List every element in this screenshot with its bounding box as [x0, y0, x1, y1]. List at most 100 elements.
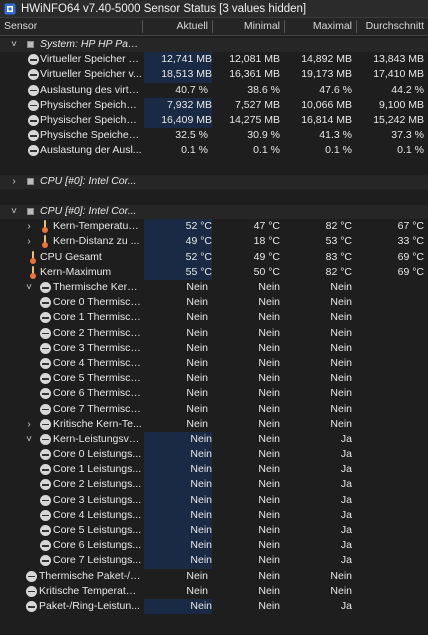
value-aktuell: 18,513 MB	[144, 67, 212, 83]
sensor-row[interactable]: Core 2 Leistungs... Nein Nein Ja	[0, 477, 428, 493]
value-minimal: 30.9 %	[247, 129, 280, 142]
sensor-name: Core 2 Thermisch...	[53, 326, 142, 339]
sensor-row[interactable]: Kern-Maximum 55 °C 50 °C 82 °C 69 °C	[0, 264, 428, 280]
value-minimal: Nein	[258, 402, 280, 415]
minus-circle-icon	[28, 145, 39, 157]
minus-circle-icon	[28, 84, 39, 96]
thermometer-icon	[41, 220, 49, 234]
column-header-aktuell[interactable]: Aktuell	[144, 18, 208, 35]
value-aktuell: Nein	[144, 492, 212, 508]
value-maximal: Nein	[330, 387, 352, 400]
value-maximal: Nein	[330, 356, 352, 369]
collapse-chevron-icon[interactable]: ˅	[9, 37, 19, 52]
minus-circle-icon	[40, 509, 51, 521]
value-durchschnitt	[356, 386, 424, 401]
value-minimal: 0.1 %	[253, 144, 280, 157]
sensor-row[interactable]: › Kritische Kern-Te... Nein Nein Nein	[0, 417, 428, 432]
sensor-list[interactable]: ˅ System: HP HP Pavili... Virtueller Speic…	[0, 37, 428, 615]
sensor-row[interactable]: Core 7 Thermisch... Nein Nein Nein	[0, 402, 428, 417]
sensor-name: Physischer Speicher ...	[40, 113, 142, 126]
expand-chevron-icon[interactable]: ›	[9, 174, 19, 189]
title-bar: HWiNFO64 v7.40-5000 Sensor Status [3 val…	[0, 0, 428, 18]
sensor-group-row[interactable]: ˅ System: HP HP Pavili...	[0, 37, 428, 52]
sensor-row[interactable]: Core 2 Thermisch... Nein Nein Nein	[0, 326, 428, 341]
sensor-row[interactable]: › Kern-Temperaturen 52 °C 47 °C 82 °C 67 °C	[0, 219, 428, 235]
sensor-name: Kern-Temperaturen	[53, 220, 142, 233]
sensor-group-row[interactable]: ˅ CPU [#0]: Intel Cor...	[0, 204, 428, 220]
minus-circle-icon	[40, 403, 51, 415]
value-aktuell: Nein	[186, 569, 208, 582]
minus-circle-icon	[28, 99, 39, 111]
value-durchschnitt: 67 °C	[397, 220, 424, 233]
expand-chevron-icon[interactable]: ›	[24, 417, 34, 432]
value-maximal: Nein	[330, 341, 352, 354]
sensor-row[interactable]: Kritische Temperatur... Nein Nein Nein	[0, 584, 428, 599]
sensor-name: Core 6 Thermisch...	[53, 387, 142, 400]
sensor-row[interactable]: Core 0 Leistungs... Nein Nein Ja	[0, 447, 428, 463]
minus-circle-icon	[40, 494, 51, 506]
sensor-row[interactable]: Virtueller Speicher v... 18,513 MB 16,361 …	[0, 67, 428, 83]
value-durchschnitt	[356, 310, 424, 325]
sensor-row[interactable]: Auslastung des virtu... 40.7 % 38.6 % 47.6 …	[0, 83, 428, 98]
value-minimal: Nein	[258, 311, 280, 324]
value-aktuell: 40.7 %	[175, 83, 208, 96]
value-durchschnitt	[356, 538, 424, 553]
thermometer-bulb	[42, 227, 48, 234]
chip-icon	[25, 176, 36, 187]
column-divider[interactable]	[142, 20, 143, 33]
sensor-name: Thermische Kern-...	[53, 281, 142, 293]
sensor-row[interactable]: CPU Gesamt 52 °C 49 °C 83 °C 69 °C	[0, 249, 428, 265]
column-header-sensor[interactable]: Sensor	[4, 18, 37, 35]
column-header-maximal[interactable]: Maximal	[284, 18, 352, 35]
thermometer-bulb	[42, 242, 48, 249]
sensor-row[interactable]: Physischer Speicher ... 16,409 MB 14,275 M…	[0, 112, 428, 129]
value-aktuell: Nein	[144, 553, 212, 569]
sensor-row[interactable]: Core 3 Thermisch... Nein Nein Nein	[0, 341, 428, 356]
sensor-row[interactable]: Core 0 Thermisch... Nein Nein Nein	[0, 295, 428, 310]
sensor-row[interactable]: Physischer Speicher ... 7,932 MB 7,527 MB 1…	[0, 97, 428, 113]
sensor-name: Core 7 Thermisch...	[53, 402, 142, 415]
sensor-name: Paket-/Ring-Leistun...	[39, 599, 140, 612]
value-maximal: 41.3 %	[319, 129, 352, 142]
sensor-name: Core 0 Leistungs...	[53, 448, 142, 461]
value-maximal: 19,173 MB	[301, 68, 352, 81]
value-durchschnitt: 17,410 MB	[373, 68, 424, 81]
value-maximal: Nein	[330, 281, 352, 293]
sensor-row[interactable]: Core 4 Thermisch... Nein Nein Nein	[0, 356, 428, 371]
sensor-row[interactable]: ˅ Thermische Kern-... Nein Nein Nein	[0, 280, 428, 295]
sensor-row[interactable]: Thermische Paket-/R... Nein Nein Nein	[0, 569, 428, 584]
sensor-row[interactable]: Virtueller Speicher z... 12,741 MB 12,081 …	[0, 52, 428, 68]
thermometer-bulb	[30, 272, 36, 279]
sensor-row[interactable]: Core 4 Leistungs... Nein Nein Ja	[0, 507, 428, 523]
column-header-durchschnitt[interactable]: Durchschnitt	[356, 18, 424, 35]
value-durchschnitt	[356, 326, 424, 341]
value-aktuell: Nein	[144, 447, 212, 463]
sensor-row[interactable]: Core 3 Leistungs... Nein Nein Ja	[0, 492, 428, 508]
expand-chevron-icon[interactable]: ›	[24, 234, 34, 249]
sensor-row[interactable]: Core 7 Leistungs... Nein Nein Ja	[0, 553, 428, 569]
sensor-row[interactable]: Core 1 Leistungs... Nein Nein Ja	[0, 462, 428, 478]
value-minimal: 47 °C	[253, 220, 280, 233]
column-header-minimal[interactable]: Minimal	[212, 18, 280, 35]
sensor-row[interactable]: Core 5 Leistungs... Nein Nein Ja	[0, 523, 428, 539]
value-durchschnitt: 9,100 MB	[379, 98, 424, 111]
value-aktuell: Nein	[186, 387, 208, 400]
value-durchschnitt	[356, 432, 424, 447]
sensor-name: Core 1 Leistungs...	[53, 463, 142, 476]
collapse-chevron-icon[interactable]: ˅	[24, 280, 34, 295]
sensor-row[interactable]: Core 1 Thermisch... Nein Nein Nein	[0, 310, 428, 325]
value-durchschnitt	[356, 523, 424, 538]
value-aktuell: Nein	[186, 311, 208, 324]
sensor-row[interactable]: Physische Speicher-... 32.5 % 30.9 % 41.3 %…	[0, 128, 428, 143]
expand-chevron-icon[interactable]: ›	[24, 219, 34, 234]
collapse-chevron-icon[interactable]: ˅	[24, 432, 34, 447]
sensor-group-row[interactable]: › CPU [#0]: Intel Cor...	[0, 174, 428, 189]
sensor-row[interactable]: › Kern-Distanz zu ... 49 °C 18 °C 53 °C 33 °C	[0, 234, 428, 250]
sensor-row[interactable]: Core 5 Thermisch... Nein Nein Nein	[0, 371, 428, 386]
sensor-row[interactable]: Auslastung der Ausl... 0.1 % 0.1 % 0.1 % 0.1…	[0, 143, 428, 158]
sensor-row[interactable]: ˅ Kern-Leistungsve... Nein Nein Ja	[0, 431, 428, 448]
collapse-chevron-icon[interactable]: ˅	[9, 204, 19, 219]
sensor-row[interactable]: Paket-/Ring-Leistun... Nein Nein Ja	[0, 598, 428, 615]
sensor-row[interactable]: Core 6 Thermisch... Nein Nein Nein	[0, 386, 428, 401]
sensor-row[interactable]: Core 6 Leistungs... Nein Nein Ja	[0, 538, 428, 554]
